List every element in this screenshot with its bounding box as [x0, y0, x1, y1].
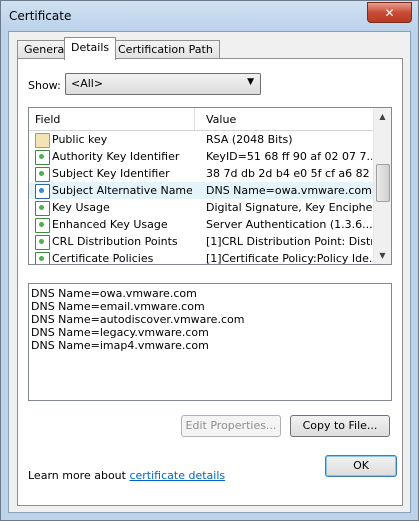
- scroll-down-icon[interactable]: ▼: [374, 247, 391, 264]
- column-header-value[interactable]: Value: [206, 113, 236, 126]
- extension-icon: [35, 252, 50, 264]
- row-value: Digital Signature, Key Encipher...: [206, 201, 372, 214]
- row-field: Public key: [52, 133, 108, 146]
- details-line: DNS Name=autodiscover.vmware.com: [31, 313, 245, 326]
- learn-more-prefix: Learn more about: [28, 469, 130, 482]
- row-value: [1]CRL Distribution Point: Distr...: [206, 235, 372, 248]
- list-row-subject-key-identifier[interactable]: Subject Key Identifier 38 7d db 2d b4 e0…: [29, 165, 374, 182]
- list-header: Field Value: [29, 108, 374, 131]
- row-field: Enhanced Key Usage: [52, 218, 168, 231]
- show-label: Show:: [28, 79, 61, 92]
- row-value: 38 7d db 2d b4 e0 5f cf a6 82 ...: [206, 167, 372, 180]
- dialog-client-area: General Details Certification Path Show:…: [8, 31, 411, 513]
- list-row-subject-alternative-name[interactable]: Subject Alternative Name DNS Name=owa.vm…: [29, 182, 374, 199]
- row-field: Certificate Policies: [52, 252, 154, 264]
- extension-icon: [35, 184, 50, 199]
- list-row-public-key[interactable]: Public key RSA (2048 Bits): [29, 131, 374, 148]
- learn-more-text: Learn more about certificate details: [28, 469, 225, 482]
- scroll-up-icon[interactable]: ▲: [374, 108, 391, 125]
- details-line: DNS Name=imap4.vmware.com: [31, 339, 209, 352]
- details-tab-panel: Show: <All> ▼ Field Value Public key RSA…: [17, 58, 403, 506]
- details-line: DNS Name=owa.vmware.com: [31, 287, 197, 300]
- certificate-details-link[interactable]: certificate details: [129, 469, 225, 482]
- list-scrollbar[interactable]: ▲ ▼: [373, 108, 391, 264]
- list-row-crl-distribution-points[interactable]: CRL Distribution Points [1]CRL Distribut…: [29, 233, 374, 250]
- extension-icon: [35, 167, 50, 182]
- column-divider[interactable]: [194, 108, 195, 130]
- title-bar: Certificate ✕: [1, 1, 418, 31]
- list-row-certificate-policies[interactable]: Certificate Policies [1]Certificate Poli…: [29, 250, 374, 264]
- extension-icon: [35, 218, 50, 233]
- details-line: DNS Name=email.vmware.com: [31, 300, 205, 313]
- row-value: KeyID=51 68 ff 90 af 02 07 7...: [206, 150, 372, 163]
- copy-to-file-button[interactable]: Copy to File...: [290, 415, 390, 437]
- certificate-window: Certificate ✕ General Details Certificat…: [0, 0, 419, 521]
- field-details-textbox[interactable]: DNS Name=owa.vmware.com DNS Name=email.v…: [28, 283, 392, 401]
- list-row-enhanced-key-usage[interactable]: Enhanced Key Usage Server Authentication…: [29, 216, 374, 233]
- extension-icon: [35, 201, 50, 216]
- show-dropdown[interactable]: <All> ▼: [65, 73, 261, 95]
- window-title: Certificate: [9, 9, 72, 23]
- details-line: DNS Name=legacy.vmware.com: [31, 326, 209, 339]
- row-field: Subject Alternative Name: [52, 184, 192, 197]
- fields-list[interactable]: Field Value Public key RSA (2048 Bits) A…: [28, 107, 392, 265]
- column-header-field[interactable]: Field: [35, 113, 60, 126]
- scrollbar-thumb[interactable]: [376, 164, 390, 202]
- row-field: Authority Key Identifier: [52, 150, 180, 163]
- list-row-authority-key-identifier[interactable]: Authority Key Identifier KeyID=51 68 ff …: [29, 148, 374, 165]
- show-selected-value: <All>: [71, 77, 104, 90]
- row-value: RSA (2048 Bits): [206, 133, 293, 146]
- tab-certification-path[interactable]: Certification Path: [111, 40, 220, 59]
- close-button[interactable]: ✕: [367, 2, 412, 23]
- tab-details[interactable]: Details: [64, 37, 117, 60]
- list-row-key-usage[interactable]: Key Usage Digital Signature, Key Enciphe…: [29, 199, 374, 216]
- row-field: CRL Distribution Points: [52, 235, 178, 248]
- row-field: Key Usage: [52, 201, 110, 214]
- row-value: DNS Name=owa.vmware.com,...: [206, 184, 372, 197]
- extension-icon: [35, 235, 50, 250]
- row-field: Subject Key Identifier: [52, 167, 170, 180]
- ok-button[interactable]: OK: [325, 455, 397, 477]
- extension-icon: [35, 150, 50, 165]
- list-rows: Public key RSA (2048 Bits) Authority Key…: [29, 131, 374, 264]
- edit-properties-button[interactable]: Edit Properties...: [181, 415, 281, 437]
- row-value: Server Authentication (1.3.6....: [206, 218, 372, 231]
- certificate-icon: [35, 133, 50, 148]
- close-icon: ✕: [384, 5, 395, 20]
- chevron-down-icon: ▼: [247, 77, 254, 87]
- row-value: [1]Certificate Policy:Policy Ide...: [206, 252, 372, 264]
